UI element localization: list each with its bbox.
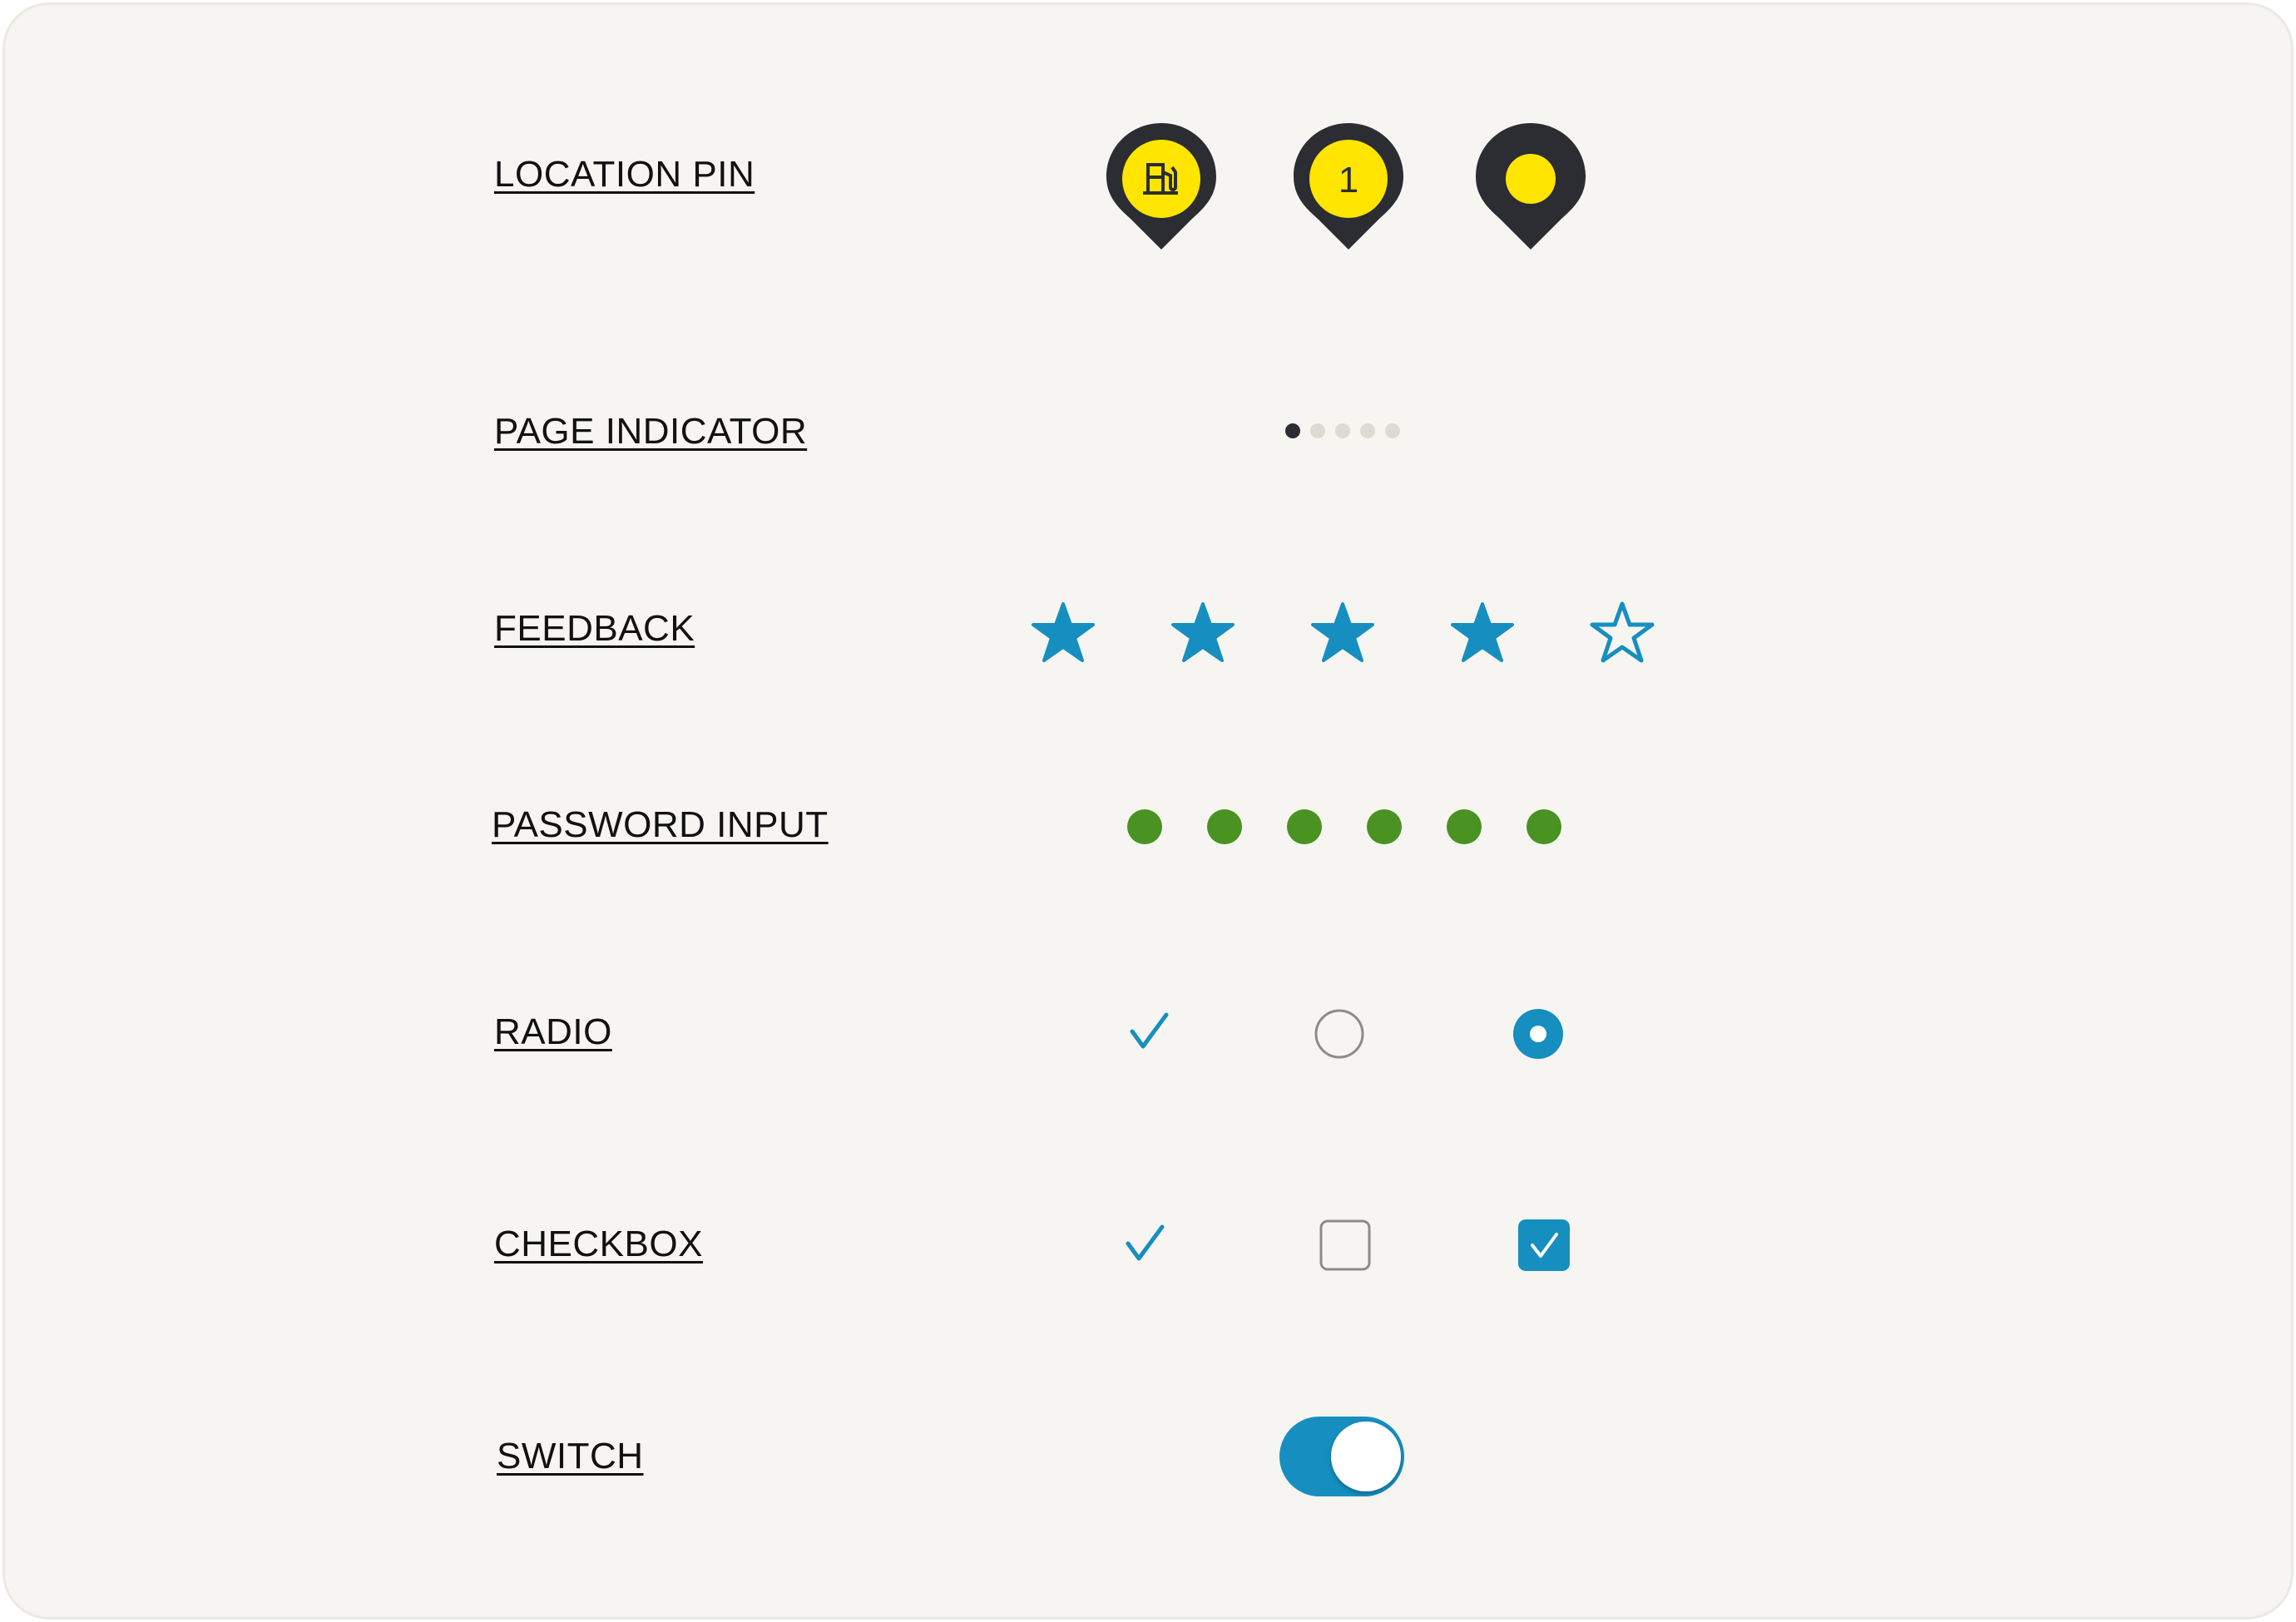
location-pin-label: LOCATION PIN xyxy=(494,154,755,195)
password-dot xyxy=(1367,809,1402,844)
pin-number-text: 1 xyxy=(1339,160,1358,200)
star-filled-icon[interactable] xyxy=(1171,602,1235,662)
star-outline-icon[interactable] xyxy=(1592,604,1652,660)
switch-label: SWITCH xyxy=(497,1436,644,1476)
password-dot xyxy=(1127,809,1162,844)
checkbox-unchecked[interactable] xyxy=(1319,1219,1371,1271)
location-pin-number[interactable]: 1 xyxy=(1291,121,1406,255)
radio-label: RADIO xyxy=(494,1011,612,1052)
password-input[interactable] xyxy=(1126,809,1566,845)
checkbox-checked[interactable] xyxy=(1518,1219,1570,1271)
dot-icon xyxy=(1506,154,1556,204)
feedback-stars xyxy=(1030,601,1662,667)
page-dot[interactable] xyxy=(1360,423,1375,438)
password-dot xyxy=(1207,809,1242,844)
switch-knob[interactable] xyxy=(1331,1422,1401,1491)
page-dot[interactable] xyxy=(1385,423,1400,438)
checkbox-label: CHECKBOX xyxy=(494,1224,703,1264)
page-dot[interactable] xyxy=(1335,423,1350,438)
password-input-label: PASSWORD INPUT xyxy=(492,804,829,845)
radio-check-icon[interactable] xyxy=(1128,1011,1171,1053)
page-dot-active[interactable] xyxy=(1285,423,1300,438)
password-dot xyxy=(1527,809,1561,844)
password-dot xyxy=(1287,809,1322,844)
star-filled-icon[interactable] xyxy=(1032,602,1095,662)
page-dot[interactable] xyxy=(1310,423,1325,438)
feedback-label: FEEDBACK xyxy=(494,608,695,649)
location-pin-fuel[interactable] xyxy=(1104,121,1219,255)
star-filled-icon[interactable] xyxy=(1451,602,1514,662)
page-indicator-label: PAGE INDICATOR xyxy=(494,411,808,452)
location-pin-dot[interactable] xyxy=(1473,121,1588,255)
toggle-switch[interactable] xyxy=(1278,1415,1411,1501)
radio-selected[interactable] xyxy=(1512,1008,1564,1060)
page-indicator[interactable] xyxy=(1284,423,1406,439)
component-card: LOCATION PIN 1 PAGE INDICATOR FEEDBACK P… xyxy=(2,2,2294,1620)
checkbox-check-icon[interactable] xyxy=(1124,1224,1167,1265)
radio-unselected[interactable] xyxy=(1314,1008,1365,1060)
password-dot xyxy=(1447,809,1482,844)
star-filled-icon[interactable] xyxy=(1311,602,1374,662)
